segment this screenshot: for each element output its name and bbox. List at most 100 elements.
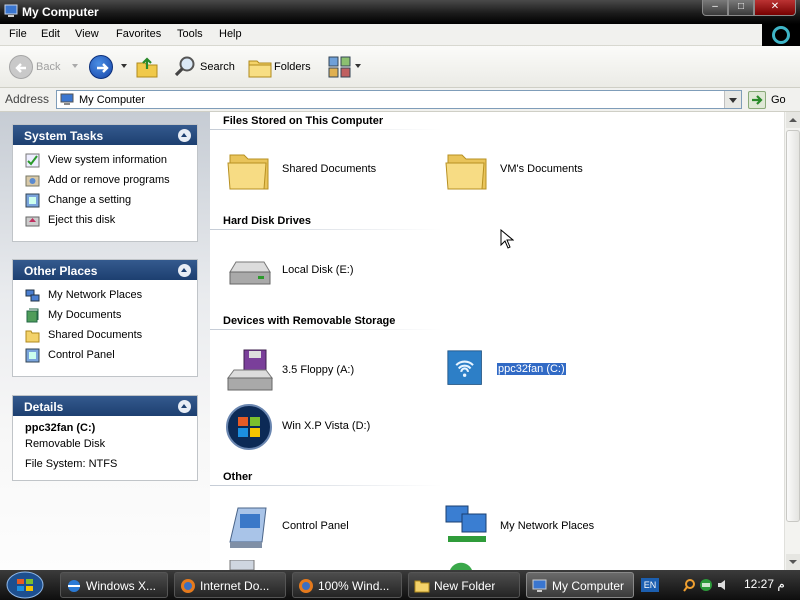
start-button[interactable] (5, 571, 45, 599)
taskbar-button-windows-x[interactable]: Windows X... (60, 572, 168, 598)
group-divider (210, 129, 442, 130)
item-label: My Network Places (500, 520, 595, 532)
my-computer-icon (4, 4, 18, 17)
item-control-panel[interactable]: Control Panel (224, 502, 424, 552)
item-floppy[interactable]: 3.5 Floppy (A:) (224, 346, 424, 396)
hard-drive-icon (229, 261, 271, 285)
item-vms-documents[interactable]: VM's Documents (442, 145, 642, 195)
address-dropdown-button[interactable] (724, 91, 741, 108)
menu-view[interactable]: View (75, 28, 99, 40)
place-control-panel[interactable]: Control Panel (25, 347, 195, 365)
control-panel-icon (229, 507, 267, 548)
go-button[interactable]: Go (748, 91, 798, 109)
eject-icon (25, 216, 40, 227)
network-tray-icon[interactable] (699, 578, 713, 592)
forward-button[interactable] (89, 55, 113, 79)
wireless-drive-icon (447, 350, 482, 385)
item-shared-documents[interactable]: Shared Documents (224, 145, 424, 195)
system-info-icon (25, 153, 40, 168)
menu-tools[interactable]: Tools (177, 28, 203, 40)
views-icon[interactable] (328, 56, 352, 78)
scroll-up-button[interactable] (786, 112, 800, 128)
panel-title: Details (24, 400, 64, 414)
search-tray-icon[interactable] (682, 578, 696, 592)
partial-item-icon (450, 562, 472, 570)
item-local-disk[interactable]: Local Disk (E:) (224, 246, 424, 296)
address-value: My Computer (79, 94, 146, 106)
other-places-panel: Other Places My Network Places My Docume… (12, 259, 198, 377)
task-label: Add or remove programs (48, 174, 170, 186)
panel-title: System Tasks (24, 129, 104, 143)
menu-edit[interactable]: Edit (41, 28, 60, 40)
collapse-chevron-icon[interactable] (178, 400, 191, 413)
item-label: Local Disk (E:) (282, 264, 354, 276)
forward-dropdown-icon[interactable] (121, 64, 127, 68)
folders-button[interactable]: Folders (274, 61, 311, 73)
folders-icon[interactable] (248, 56, 272, 78)
place-my-network-places[interactable]: My Network Places (25, 287, 195, 305)
menu-bar: File Edit View Favorites Tools Help (0, 24, 762, 46)
address-input[interactable]: My Computer (56, 90, 742, 109)
clock[interactable]: 12:27 م (744, 577, 785, 591)
details-item-name: ppc32fan (C:) (25, 422, 96, 434)
title-bar: My Computer – □ ✕ (0, 0, 800, 24)
logo-ring-icon (772, 26, 790, 44)
menu-file[interactable]: File (9, 28, 27, 40)
mouse-cursor-icon (500, 229, 514, 249)
task-change-setting[interactable]: Change a setting (25, 192, 195, 210)
back-dropdown-icon[interactable] (72, 64, 78, 68)
search-icon[interactable] (174, 55, 196, 79)
close-button[interactable]: ✕ (754, 0, 796, 16)
taskbar-button-internet-do[interactable]: Internet Do... (174, 572, 286, 598)
minimize-button[interactable]: – (702, 0, 728, 16)
views-dropdown-icon[interactable] (355, 64, 361, 68)
item-my-network-places[interactable]: My Network Places (442, 502, 642, 552)
my-documents-icon (26, 308, 39, 323)
partial-item-icon (229, 560, 255, 570)
volume-tray-icon[interactable] (716, 578, 730, 592)
place-my-documents[interactable]: My Documents (25, 307, 195, 325)
task-label: Change a setting (48, 194, 132, 206)
my-computer-icon (60, 93, 74, 105)
vertical-scrollbar[interactable] (784, 112, 800, 570)
task-add-remove-programs[interactable]: Add or remove programs (25, 172, 195, 190)
scroll-thumb[interactable] (786, 130, 800, 522)
taskbar: Windows X... Internet Do... 100% Wind...… (0, 570, 800, 600)
item-label: ppc32fan (C:) (497, 363, 566, 375)
other-places-header[interactable]: Other Places (13, 260, 197, 280)
search-button[interactable]: Search (200, 61, 235, 73)
folder-icon (25, 330, 40, 343)
back-button[interactable] (9, 55, 33, 79)
floppy-drive-icon (227, 349, 273, 391)
maximize-button[interactable]: □ (728, 0, 754, 16)
details-item-type: Removable Disk (25, 438, 106, 450)
system-tasks-header[interactable]: System Tasks (13, 125, 197, 145)
item-label: Win X.P Vista (D:) (282, 420, 371, 432)
up-folder-button[interactable] (135, 55, 159, 79)
collapse-chevron-icon[interactable] (178, 264, 191, 277)
item-winxp-vista[interactable]: Win X.P Vista (D:) (224, 402, 424, 452)
task-label: View system information (48, 154, 168, 166)
system-tasks-panel: System Tasks View system information Add… (12, 124, 198, 242)
menu-help[interactable]: Help (219, 28, 242, 40)
task-view-system-information[interactable]: View system information (25, 152, 195, 170)
language-indicator[interactable]: EN (641, 578, 659, 592)
details-filesystem: File System: NTFS (25, 458, 118, 470)
task-eject-disk[interactable]: Eject this disk (25, 212, 195, 230)
place-shared-documents[interactable]: Shared Documents (25, 327, 195, 345)
group-title: Devices with Removable Storage (223, 315, 396, 327)
details-header[interactable]: Details (13, 396, 197, 416)
group-divider (210, 329, 442, 330)
taskbar-button-new-folder[interactable]: New Folder (408, 572, 520, 598)
task-pane: System Tasks View system information Add… (0, 112, 210, 570)
scroll-down-button[interactable] (786, 554, 800, 570)
taskbar-button-100-wind[interactable]: 100% Wind... (292, 572, 402, 598)
place-label: Shared Documents (48, 329, 143, 341)
menu-favorites[interactable]: Favorites (116, 28, 161, 40)
place-label: My Documents (48, 309, 122, 321)
taskbar-button-my-computer[interactable]: My Computer (526, 572, 634, 598)
item-ppc32fan-drive[interactable]: ppc32fan (C:) (447, 350, 647, 400)
firefox-icon (299, 579, 313, 593)
collapse-chevron-icon[interactable] (178, 129, 191, 142)
go-arrow-icon (748, 91, 766, 109)
